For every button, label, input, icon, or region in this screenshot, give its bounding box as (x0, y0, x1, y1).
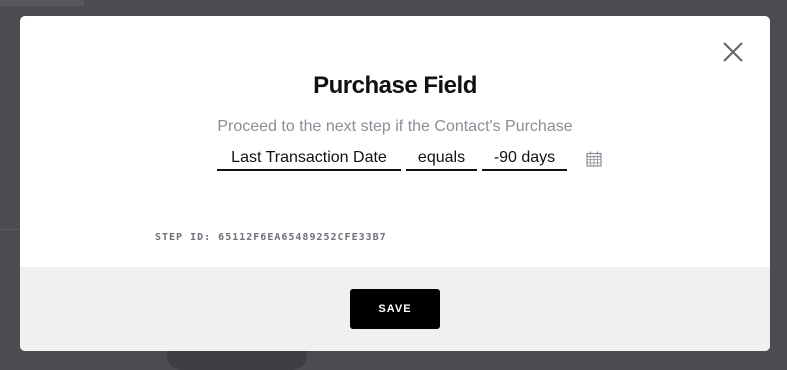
step-id-label: STEP ID: 65112F6EA65489252CFE33B7 (155, 232, 387, 243)
background-fragment (0, 0, 84, 6)
save-button[interactable]: SAVE (350, 289, 440, 329)
value-input[interactable]: -90 days (482, 147, 567, 171)
condition-row: Last Transaction Date equals -90 days (20, 147, 770, 171)
modal-footer: SAVE (20, 267, 770, 351)
purchase-field-modal: Purchase Field Proceed to the next step … (20, 16, 770, 351)
calendar-icon[interactable] (586, 151, 602, 167)
property-select[interactable]: Last Transaction Date (217, 147, 401, 171)
modal-subtitle: Proceed to the next step if the Contact'… (217, 118, 573, 135)
operator-select[interactable]: equals (406, 147, 477, 171)
close-icon[interactable] (721, 40, 745, 64)
modal-title: Purchase Field (313, 72, 477, 99)
background-fragment (0, 229, 20, 230)
